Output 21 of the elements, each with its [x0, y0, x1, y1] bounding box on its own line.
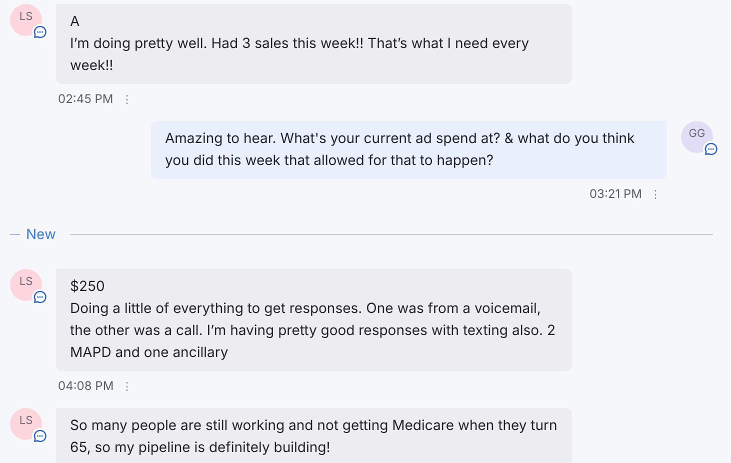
avatar: LS	[10, 4, 42, 36]
message-text: Amazing to hear. What's your current ad spend at? & what do you think you did this week that allowed for that to happen?	[165, 129, 636, 171]
chat-bubble-icon	[32, 289, 48, 305]
message-text: So many people are still working and not getting Medicare when they turn 65, so my pipeline is definitely building!	[70, 416, 558, 458]
avatar: GG	[681, 121, 713, 153]
timestamp: 04:08 PM	[58, 377, 114, 395]
avatar: LS	[10, 269, 42, 301]
more-options-button[interactable]: ⋮	[122, 380, 133, 392]
message-text: I’m doing pretty well. Had 3 sales this week!! That’s what I need every week!!	[70, 34, 530, 76]
more-options-button[interactable]: ⋮	[121, 94, 132, 104]
more-options-button[interactable]: ⋮	[650, 188, 661, 200]
message-text: $250	[70, 277, 106, 297]
timestamp: 03:21 PM	[589, 185, 642, 203]
timestamp: 02:45 PM	[58, 90, 114, 108]
chat-bubble-icon	[32, 24, 48, 40]
message-text: A	[70, 12, 81, 32]
chat-bubble-icon	[32, 428, 48, 444]
chat-bubble-icon	[703, 141, 719, 157]
message-text: Doing a little of everything to get responses. One was from a voicemail, the other was a call. I’m having pretty good responses with texting also. 2 MAPD and one ancillary	[70, 299, 557, 363]
new-messages-label: New	[26, 225, 56, 245]
avatar: LS	[10, 408, 42, 440]
